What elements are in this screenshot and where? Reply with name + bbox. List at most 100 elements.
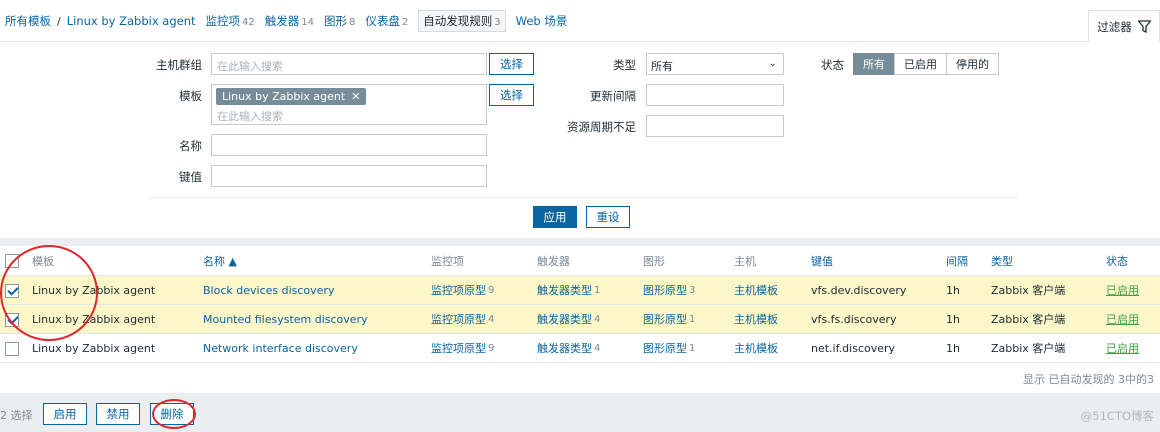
header-template: 模板 <box>32 254 54 268</box>
name-label: 名称 <box>179 139 202 153</box>
lifetime-label: 资源周期不足 <box>567 120 636 134</box>
interval-label: 更新间隔 <box>590 89 636 103</box>
tab-discovery-rules[interactable]: 自动发现规则 3 <box>418 10 506 32</box>
template-tag: Linux by Zabbix agent ✕ <box>216 88 367 105</box>
top-navigation: 所有模板 / Linux by Zabbix agent 监控项 42 触发器 14… <box>0 0 1160 42</box>
row-graphs-link[interactable]: 图形原型 1 <box>643 305 695 333</box>
host-group-input[interactable]: 在此输入搜索 <box>211 53 487 75</box>
row-items-link[interactable]: 监控项原型 9 <box>431 334 494 362</box>
delete-button[interactable]: 删除 <box>150 403 194 425</box>
tab-web-scenarios[interactable]: Web 场景 <box>516 13 568 29</box>
header-key[interactable]: 键值 <box>811 246 833 275</box>
row-template: Linux by Zabbix agent <box>32 312 156 326</box>
state-label: 状态 <box>821 58 844 72</box>
row-status-toggle[interactable]: 已启用 <box>1106 305 1139 333</box>
type-select-value: 所有 <box>651 60 673 73</box>
row-hosts-link[interactable]: 主机模板 <box>734 334 778 362</box>
type-label: 类型 <box>613 58 636 72</box>
selected-count: 2 选择 <box>0 409 33 422</box>
discovery-rules-table: 模板 名称 ▲ 监控项 触发器 图形 主机 键值 间隔 类型 状态 Linux … <box>0 246 1160 393</box>
filter-icon <box>1137 20 1151 33</box>
watermark: @51CTO博客 <box>1080 409 1154 423</box>
filter-toggle-tab[interactable]: 过滤器 <box>1088 10 1160 42</box>
header-name[interactable]: 名称 ▲ <box>203 246 237 275</box>
row-type: Zabbix 客户端 <box>991 284 1066 297</box>
row-triggers-link[interactable]: 触发器类型 4 <box>537 334 600 362</box>
row-status-toggle[interactable]: 已启用 <box>1106 276 1139 304</box>
header-interval[interactable]: 间隔 <box>946 246 968 275</box>
select-all-checkbox[interactable] <box>5 254 19 268</box>
state-option-all[interactable]: 所有 <box>853 53 895 75</box>
template-label: 模板 <box>179 89 202 103</box>
disable-button[interactable]: 禁用 <box>96 403 140 425</box>
enable-button[interactable]: 启用 <box>43 403 87 425</box>
template-placeholder: 在此输入搜索 <box>217 110 283 123</box>
row-status-toggle[interactable]: 已启用 <box>1106 334 1139 362</box>
row-template: Linux by Zabbix agent <box>32 341 156 355</box>
row-interval: 1h <box>946 283 960 297</box>
reset-button[interactable]: 重设 <box>586 206 630 228</box>
table-header-row: 模板 名称 ▲ 监控项 触发器 图形 主机 键值 间隔 类型 状态 <box>0 246 1160 276</box>
row-triggers-link[interactable]: 触发器类型 4 <box>537 305 600 333</box>
row-graphs-link[interactable]: 图形原型 3 <box>643 276 695 304</box>
lifetime-input[interactable] <box>646 115 784 137</box>
tab-graphs[interactable]: 图形 8 <box>324 13 355 29</box>
row-name-link[interactable]: Mounted filesystem discovery <box>203 305 368 333</box>
name-input[interactable] <box>211 134 487 156</box>
table-row: Linux by Zabbix agent Block devices disc… <box>0 276 1160 305</box>
row-name-link[interactable]: Network interface discovery <box>203 334 358 362</box>
filter-panel: 主机群组 在此输入搜索 选择 模板 Linux by Zabbix agent ✕… <box>0 42 1160 238</box>
template-input[interactable]: Linux by Zabbix agent ✕ 在此输入搜索 <box>211 84 487 125</box>
mass-action-bar: 2 选择 启用 禁用 删除 @51CTO博客 <box>0 393 1160 432</box>
summary-text: 显示 已自动发现的 3中的3 <box>1023 373 1154 386</box>
breadcrumb-template[interactable]: Linux by Zabbix agent <box>67 14 196 28</box>
state-option-enabled[interactable]: 已启用 <box>894 53 947 75</box>
state-segmented-control: 所有 已启用 停用的 <box>853 53 999 75</box>
row-hosts-link[interactable]: 主机模板 <box>734 305 778 333</box>
filter-tab-label: 过滤器 <box>1097 19 1132 34</box>
header-graphs: 图形 <box>643 254 665 268</box>
host-group-label: 主机群组 <box>156 58 202 72</box>
interval-input[interactable] <box>646 84 784 106</box>
row-graphs-link[interactable]: 图形原型 1 <box>643 334 695 362</box>
breadcrumb-separator: / <box>57 14 61 28</box>
row-key: net.if.discovery <box>811 341 896 355</box>
header-status[interactable]: 状态 <box>1106 246 1128 275</box>
key-input[interactable] <box>211 165 487 187</box>
row-triggers-link[interactable]: 触发器类型 1 <box>537 276 600 304</box>
header-type[interactable]: 类型 <box>991 246 1013 275</box>
state-option-disabled[interactable]: 停用的 <box>946 53 999 75</box>
template-select-button[interactable]: 选择 <box>489 84 534 106</box>
row-interval: 1h <box>946 341 960 355</box>
row-interval: 1h <box>946 312 960 326</box>
tab-triggers[interactable]: 触发器 14 <box>265 13 314 29</box>
row-checkbox[interactable] <box>5 313 19 327</box>
row-items-link[interactable]: 监控项原型 4 <box>431 305 494 333</box>
remove-tag-icon[interactable]: ✕ <box>351 90 360 103</box>
table-summary: 显示 已自动发现的 3中的3 <box>0 363 1160 393</box>
header-hosts: 主机 <box>734 254 756 268</box>
row-items-link[interactable]: 监控项原型 9 <box>431 276 494 304</box>
filter-divider <box>148 197 1018 198</box>
chevron-down-icon: ⌄ <box>768 58 777 69</box>
row-name-link[interactable]: Block devices discovery <box>203 276 334 304</box>
row-checkbox[interactable] <box>5 342 19 356</box>
row-type: Zabbix 客户端 <box>991 313 1066 326</box>
host-group-select-button[interactable]: 选择 <box>489 53 534 75</box>
row-template: Linux by Zabbix agent <box>32 283 156 297</box>
host-group-placeholder: 在此输入搜索 <box>217 60 283 73</box>
type-select[interactable]: 所有 ⌄ <box>646 53 784 75</box>
apply-button[interactable]: 应用 <box>533 206 577 228</box>
key-label: 键值 <box>179 170 202 184</box>
row-hosts-link[interactable]: 主机模板 <box>734 276 778 304</box>
tab-items[interactable]: 监控项 42 <box>206 13 255 29</box>
row-key: vfs.fs.discovery <box>811 312 897 326</box>
breadcrumb-all-templates[interactable]: 所有模板 <box>5 13 51 29</box>
row-checkbox[interactable] <box>5 284 19 298</box>
table-row: Linux by Zabbix agent Mounted filesystem… <box>0 305 1160 334</box>
tab-dashboards[interactable]: 仪表盘 2 <box>365 13 408 29</box>
header-triggers: 触发器 <box>537 254 570 268</box>
row-type: Zabbix 客户端 <box>991 342 1066 355</box>
table-row: Linux by Zabbix agent Network interface … <box>0 334 1160 363</box>
row-key: vfs.dev.discovery <box>811 283 907 297</box>
